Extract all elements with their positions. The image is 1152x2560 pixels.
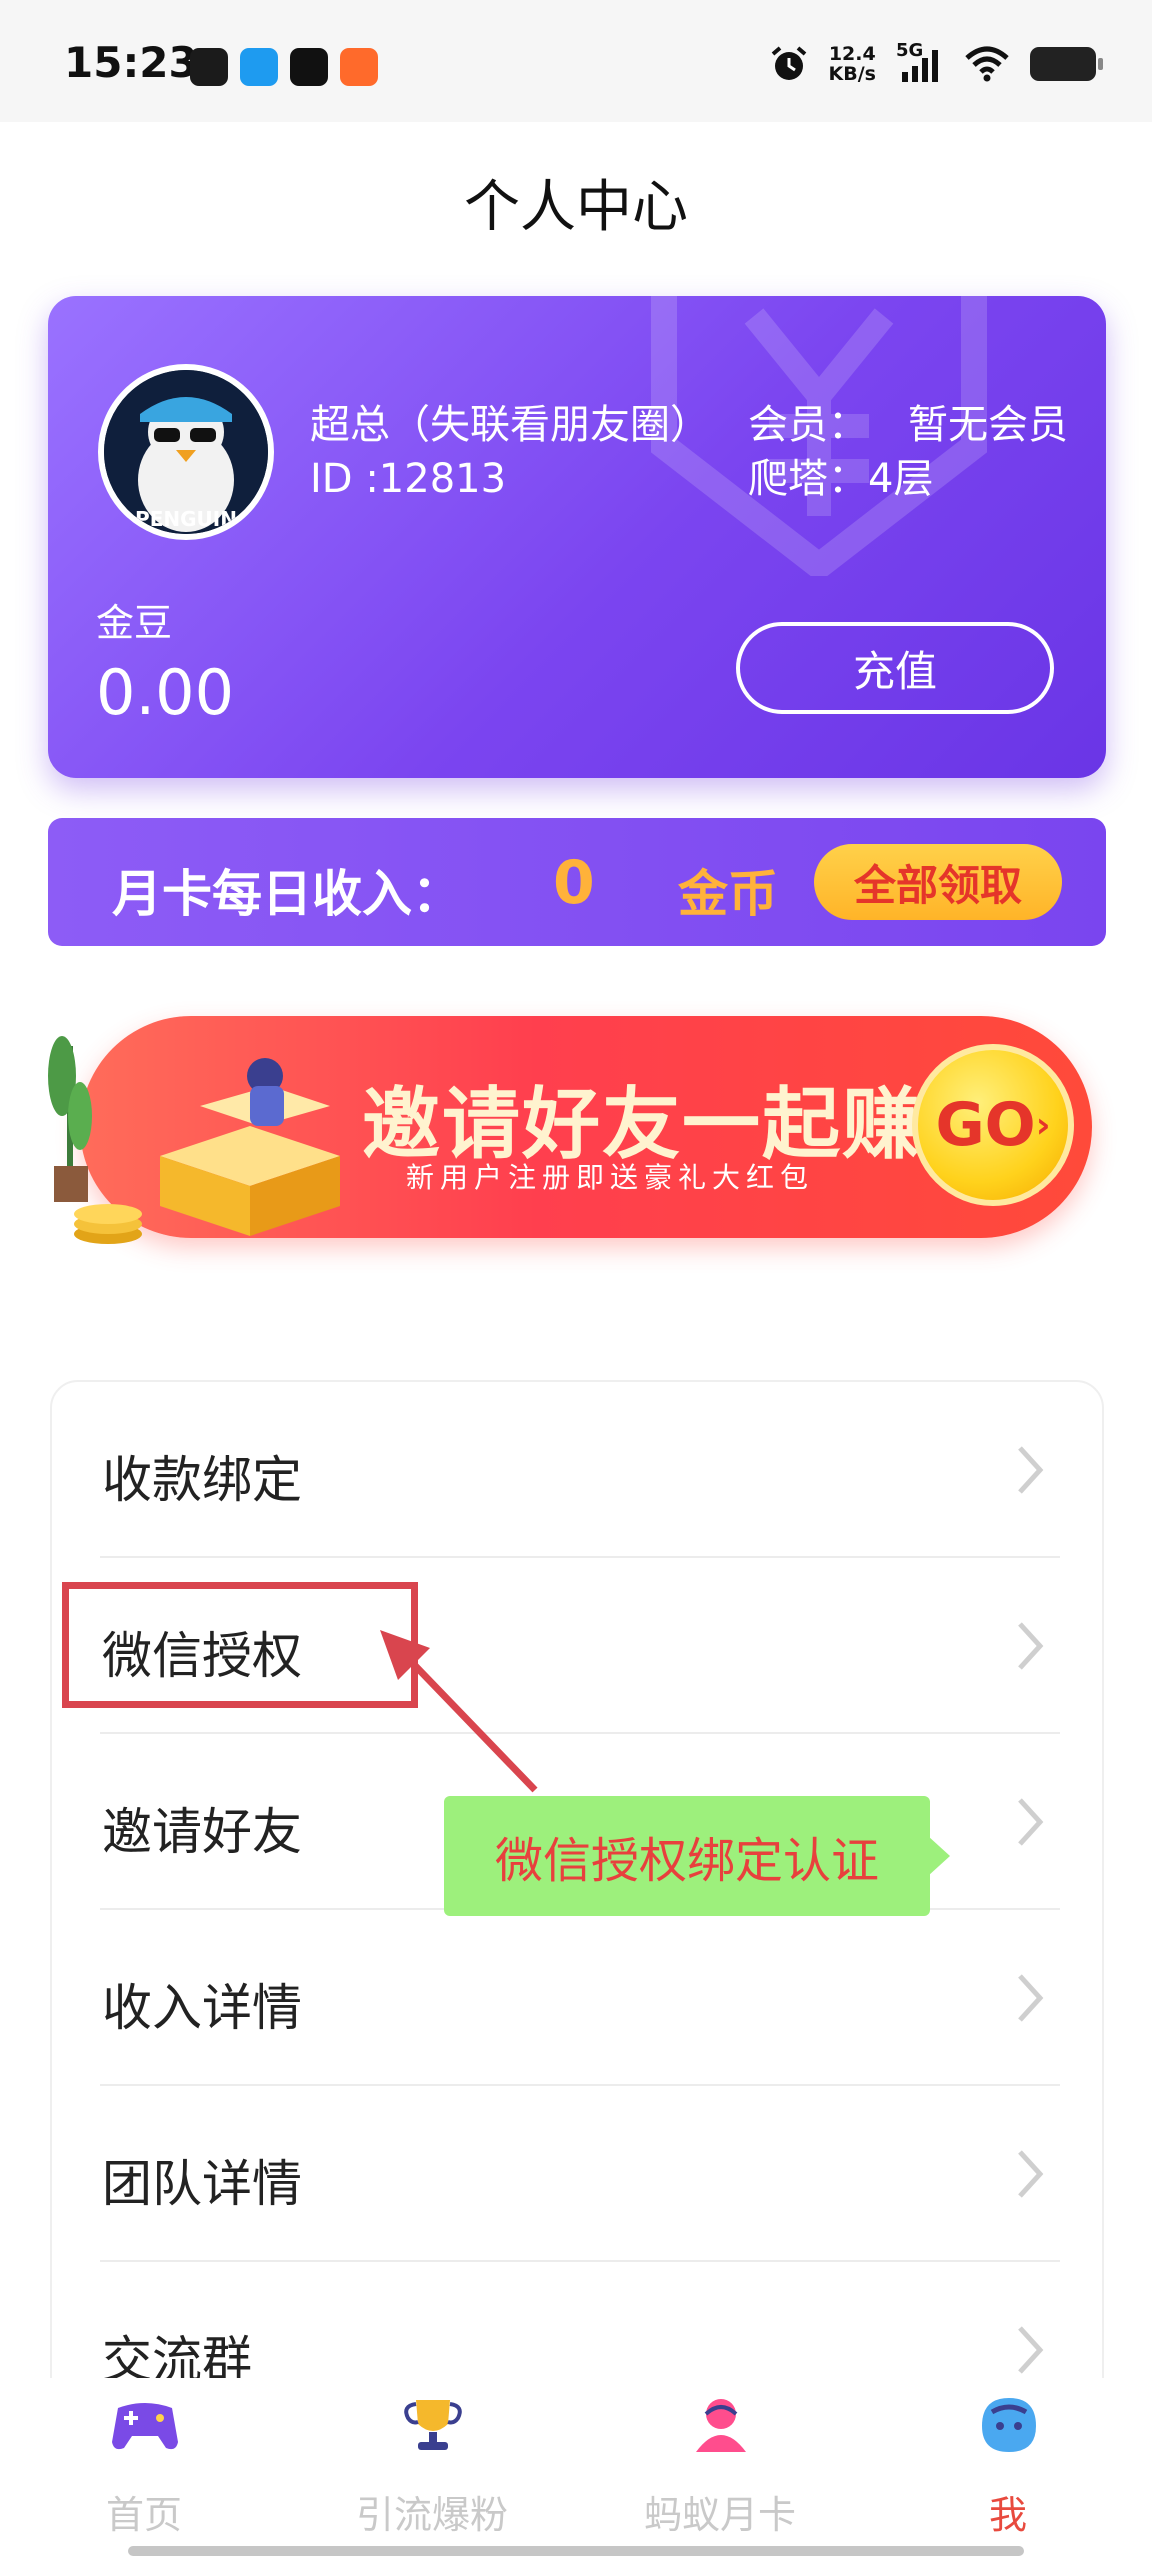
net-speed: 12.4 KB/s <box>829 44 876 84</box>
annotation-tooltip: 微信授权绑定认证 <box>444 1796 950 1916</box>
nav-item-home[interactable]: 首页 <box>0 2378 288 2560</box>
menu-item-payment-binding[interactable]: 收款绑定 <box>100 1382 1060 1558</box>
avatar-text: PENGUIN <box>135 507 237 531</box>
invite-friends-banner[interactable]: 邀请好友一起赚钱 新用户注册即送豪礼大红包 GO › <box>40 986 1112 1286</box>
chevron-right-icon <box>1018 1974 1044 2022</box>
net-speed-unit: KB/s <box>828 63 876 85</box>
person-icon <box>696 2399 746 2452</box>
penguin-avatar-icon: PENGUIN <box>104 370 268 534</box>
monthly-income-unit: 金币 <box>678 865 778 923</box>
tiktok-icon <box>290 48 328 86</box>
alarm-icon <box>771 46 806 80</box>
home-indicator <box>128 2546 1024 2556</box>
status-right: 12.4 KB/s 5G <box>769 40 1103 84</box>
nav-label: 我 <box>988 2493 1027 2537</box>
user-nickname: 超总（失联看朋友圈） <box>310 402 710 448</box>
taobao-icon <box>340 48 378 86</box>
chevron-right-icon <box>1018 1622 1044 1670</box>
go-arrow-icon: › <box>1035 1104 1051 1146</box>
gold-bean-value: 0.00 <box>96 656 235 729</box>
avatar[interactable]: PENGUIN <box>98 364 274 540</box>
page-title: 个人中心 <box>464 175 688 240</box>
status-app-icons <box>190 48 378 86</box>
qq-browser-icon <box>240 48 278 86</box>
signal-group: 5G <box>896 40 944 84</box>
trophy-icon <box>404 2400 462 2450</box>
coins-icon <box>74 1204 142 1244</box>
nav-label: 蚂蚁月卡 <box>643 2493 796 2537</box>
user-id: ID :12813 <box>310 456 507 502</box>
tower-label: 爬塔： <box>748 456 868 502</box>
signal-icon <box>902 50 938 82</box>
face-icon <box>982 2398 1036 2452</box>
nav-item-me[interactable]: 我 <box>864 2378 1152 2560</box>
menu-item-team-details[interactable]: 团队详情 <box>100 2086 1060 2262</box>
member-value: 暂无会员 <box>908 402 1068 448</box>
chevron-right-icon <box>1018 1446 1044 1494</box>
nav-item-traffic[interactable]: 引流爆粉 <box>288 2378 576 2560</box>
wifi-icon <box>965 46 1009 82</box>
menu-item-income-details[interactable]: 收入详情 <box>100 1910 1060 2086</box>
gamepad-icon <box>112 2403 178 2450</box>
menu-item-label: 收款绑定 <box>102 1451 302 1509</box>
menu-item-label: 团队详情 <box>102 2155 302 2213</box>
monthly-income-value: 0 <box>553 848 595 918</box>
qq-icon <box>190 48 228 86</box>
tower-value: 4层 <box>868 456 934 502</box>
net-speed-value: 12.4 <box>828 43 876 65</box>
nav-item-monthly-card[interactable]: 蚂蚁月卡 <box>576 2378 864 2560</box>
go-label: GO <box>935 1090 1036 1160</box>
menu-item-label: 邀请好友 <box>102 1803 302 1861</box>
status-time: 15:23 <box>64 38 198 87</box>
chevron-right-icon <box>1018 2150 1044 2198</box>
member-status: 会员： 暂无会员 <box>748 392 1068 450</box>
claim-all-button[interactable]: 全部领取 <box>814 844 1062 920</box>
chevron-right-icon <box>1018 1798 1044 1846</box>
nav-label: 首页 <box>105 2493 182 2537</box>
chevron-right-icon <box>1018 2326 1044 2374</box>
go-button[interactable]: GO › <box>912 1044 1074 1206</box>
monthly-income-bar: 月卡每日收入： 0 金币 全部领取 <box>48 818 1106 946</box>
monthly-income-label: 月卡每日收入： <box>112 865 462 923</box>
status-bar: 15:23 12.4 KB/s 5G <box>0 0 1152 122</box>
nav-label: 引流爆粉 <box>355 2493 508 2537</box>
member-label: 会员： <box>748 402 868 448</box>
profile-card: PENGUIN 超总（失联看朋友圈） ID :12813 会员： 暂无会员 爬塔：… <box>48 296 1106 778</box>
recharge-button[interactable]: 充值 <box>736 622 1054 714</box>
plant-icon <box>48 1036 92 1202</box>
gift-boxes-icon <box>160 1058 340 1236</box>
tower-status: 爬塔：4层 <box>748 446 933 504</box>
menu-item-label: 收入详情 <box>102 1979 302 2037</box>
battery-icon <box>1030 47 1103 81</box>
banner-subtitle: 新用户注册即送豪礼大红包 <box>406 1161 815 1194</box>
bottom-nav: 首页 引流爆粉 蚂蚁月卡 我 <box>0 2378 1152 2560</box>
gold-bean-label: 金豆 <box>96 601 173 645</box>
